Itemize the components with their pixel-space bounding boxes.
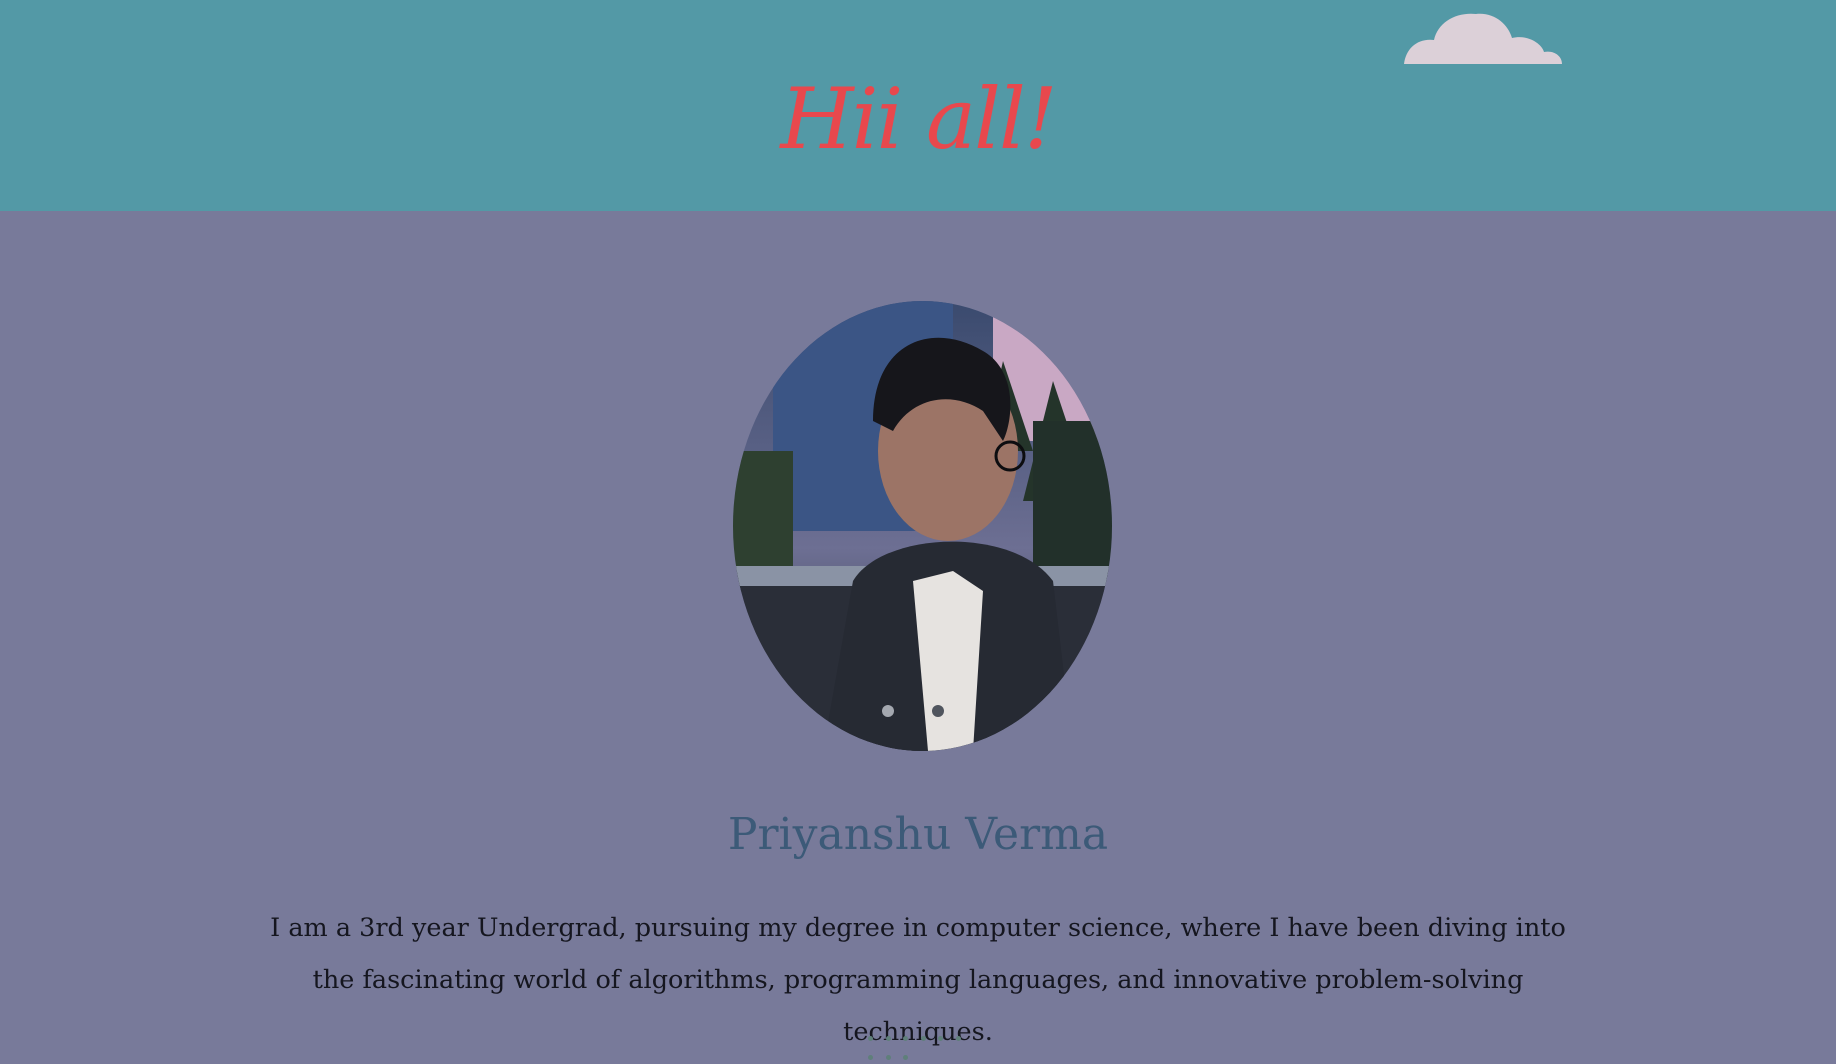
- page-header: Hii all!: [0, 0, 1836, 211]
- greeting-title: Hii all!: [780, 70, 1057, 168]
- profile-photo: [733, 301, 1112, 751]
- scroll-dot: [885, 1036, 891, 1041]
- scroll-indicator: [868, 1026, 978, 1060]
- scroll-dot: [920, 1036, 926, 1041]
- scroll-dot: [955, 1036, 961, 1041]
- scroll-dot: [868, 1055, 873, 1060]
- profile-name: Priyanshu Verma: [727, 809, 1109, 860]
- scroll-dot: [885, 1055, 891, 1060]
- scroll-dot: [868, 1036, 873, 1041]
- cloud-icon: [1404, 13, 1562, 64]
- scroll-dot: [903, 1055, 909, 1060]
